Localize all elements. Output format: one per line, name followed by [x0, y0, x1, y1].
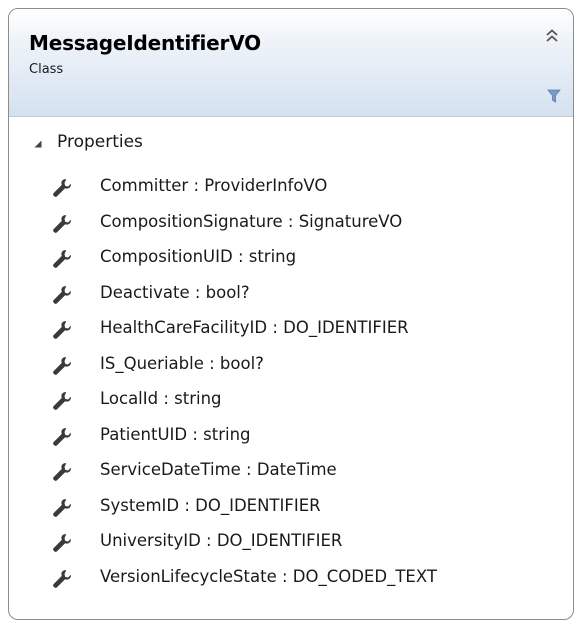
- property-row[interactable]: CompositionUID : string: [9, 246, 573, 282]
- triangle-expander-icon[interactable]: [33, 139, 43, 149]
- property-text: SystemID : DO_IDENTIFIER: [100, 495, 321, 515]
- property-list: Committer : ProviderInfoVO CompositionSig…: [9, 175, 573, 601]
- property-row[interactable]: Deactivate : bool?: [9, 282, 573, 318]
- class-stereotype: Class: [29, 62, 64, 77]
- wrench-icon: [53, 321, 71, 339]
- section-label: Properties: [57, 132, 143, 152]
- wrench-icon: [53, 214, 71, 233]
- property-row[interactable]: SystemID : DO_IDENTIFIER: [9, 495, 573, 531]
- property-text: Deactivate : bool?: [100, 282, 250, 302]
- property-row[interactable]: IS_Queriable : bool?: [9, 353, 573, 389]
- class-shape[interactable]: MessageIdentifierVO Class Properties Com…: [8, 8, 574, 620]
- wrench-icon: [53, 427, 71, 446]
- property-text: HealthCareFacilityID : DO_IDENTIFIER: [100, 318, 409, 337]
- property-text: IS_Queriable : bool?: [100, 353, 264, 373]
- property-text: LocalId : string: [100, 389, 222, 408]
- wrench-icon: [53, 356, 71, 375]
- class-name: MessageIdentifierVO: [29, 31, 261, 55]
- property-text: Committer : ProviderInfoVO: [100, 176, 328, 195]
- wrench-icon: [53, 392, 71, 410]
- filter-icon[interactable]: [547, 89, 561, 103]
- property-text: ServiceDateTime : DateTime: [100, 460, 337, 479]
- wrench-icon: [53, 285, 71, 304]
- property-row[interactable]: Committer : ProviderInfoVO: [9, 175, 573, 211]
- property-row[interactable]: UniversityID : DO_IDENTIFIER: [9, 530, 573, 566]
- properties-section-header[interactable]: Properties: [9, 125, 573, 159]
- wrench-icon: [53, 179, 71, 197]
- property-row[interactable]: ServiceDateTime : DateTime: [9, 459, 573, 495]
- property-row[interactable]: CompositionSignature : SignatureVO: [9, 211, 573, 247]
- property-row[interactable]: HealthCareFacilityID : DO_IDENTIFIER: [9, 317, 573, 353]
- class-header[interactable]: MessageIdentifierVO Class: [9, 9, 573, 117]
- property-row[interactable]: PatientUID : string: [9, 424, 573, 460]
- wrench-icon: [53, 534, 71, 552]
- wrench-icon: [53, 569, 71, 588]
- property-text: CompositionUID : string: [100, 247, 297, 266]
- wrench-icon: [53, 250, 71, 268]
- wrench-icon: [53, 463, 71, 481]
- property-text: PatientUID : string: [100, 424, 251, 444]
- property-row[interactable]: LocalId : string: [9, 388, 573, 424]
- wrench-icon: [53, 498, 71, 517]
- property-text: UniversityID : DO_IDENTIFIER: [100, 531, 343, 550]
- double-chevron-up-icon[interactable]: [543, 27, 561, 45]
- property-row[interactable]: VersionLifecycleState : DO_CODED_TEXT: [9, 566, 573, 602]
- property-text: VersionLifecycleState : DO_CODED_TEXT: [100, 566, 437, 586]
- property-text: CompositionSignature : SignatureVO: [100, 211, 403, 231]
